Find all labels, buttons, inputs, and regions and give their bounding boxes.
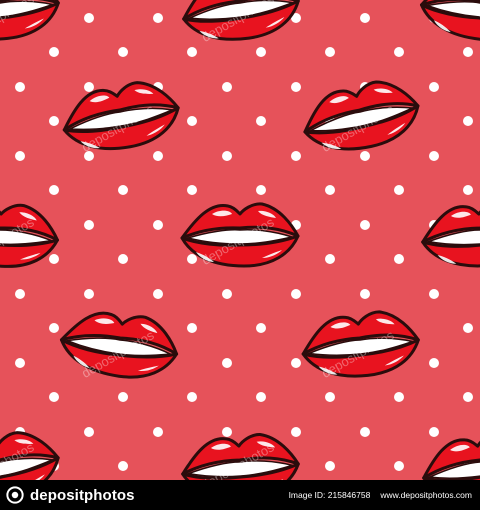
polka-dot [429,82,439,92]
stock-footer-bar: depositphotos Image ID: 215846758 www.de… [0,480,480,510]
polka-dot [291,427,301,437]
polka-dot [118,254,128,264]
polka-dot [222,358,232,368]
polka-dot [256,47,266,57]
polka-dot [291,151,301,161]
polka-dot [15,151,25,161]
polka-dot [153,289,163,299]
polka-dot [49,185,59,195]
polka-dot [222,82,232,92]
polka-dot [15,82,25,92]
polka-dot [360,151,370,161]
polka-dot [463,185,473,195]
image-meta: Image ID: 215846758 www.depositphotos.co… [289,490,472,500]
polka-dot [394,47,404,57]
polka-dot [187,47,197,57]
polka-dot [84,82,94,92]
depositphotos-logo-icon [6,486,24,504]
lips-motif [417,426,480,480]
polka-dot [222,289,232,299]
polka-dot [187,116,197,126]
polka-dot [394,461,404,471]
polka-dot [256,116,266,126]
polka-dot [325,392,335,402]
polka-dot [429,289,439,299]
polka-dot [291,289,301,299]
polka-dot [187,323,197,333]
site-url[interactable]: www.depositphotos.com [380,490,472,500]
polka-dot [153,427,163,437]
polka-dot [325,254,335,264]
polka-dot [15,289,25,299]
polka-dot [325,185,335,195]
lips-motif [417,0,480,47]
polka-dot [429,151,439,161]
polka-dot [187,392,197,402]
polka-dot [429,358,439,368]
polka-dot [394,254,404,264]
polka-dot [463,392,473,402]
polka-dot [153,220,163,230]
lips-polka-dot-pattern: depositphotos depositphotos depositphotos d… [0,0,480,480]
polka-dot [49,116,59,126]
polka-dot [360,13,370,23]
polka-dot [153,151,163,161]
polka-dot [84,289,94,299]
polka-dot [360,289,370,299]
polka-dot [187,185,197,195]
polka-dot [256,392,266,402]
polka-dot [394,185,404,195]
brand[interactable]: depositphotos [6,486,135,504]
polka-dot [291,358,301,368]
polka-dot [84,13,94,23]
polka-dot [429,427,439,437]
polka-dot [463,116,473,126]
polka-dot [360,220,370,230]
polka-dot [84,220,94,230]
polka-dot [49,392,59,402]
polka-dot [187,254,197,264]
brand-name: depositphotos [30,486,135,504]
polka-dot [84,427,94,437]
polka-dot [360,427,370,437]
polka-dot [256,323,266,333]
image-id: Image ID: 215846758 [288,490,371,500]
polka-dot [394,392,404,402]
polka-dot [153,13,163,23]
polka-dot [222,427,232,437]
polka-dot [118,461,128,471]
polka-dot [291,82,301,92]
polka-dot [463,323,473,333]
polka-dot [463,47,473,57]
polka-dot [49,323,59,333]
polka-dot [49,254,59,264]
polka-dot [222,151,232,161]
lips-motif [418,198,480,272]
pattern-artwork: depositphotosdepositphotos depositphotosd… [0,0,480,480]
polka-dot [325,47,335,57]
polka-dot [49,47,59,57]
polka-dot [256,185,266,195]
polka-dot [325,461,335,471]
polka-dot [15,358,25,368]
polka-dot [118,47,128,57]
polka-dot [118,185,128,195]
polka-dot [118,392,128,402]
